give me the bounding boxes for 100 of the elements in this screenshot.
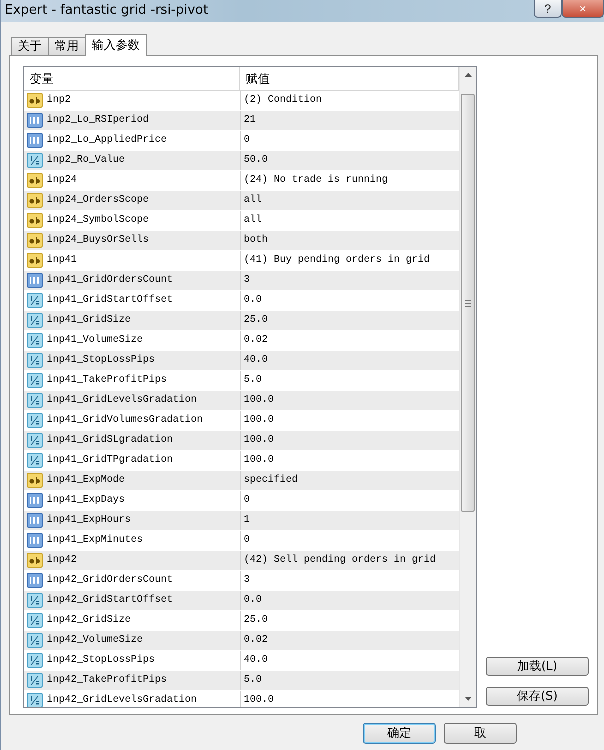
parameter-name: inp41	[47, 255, 78, 266]
tab[interactable]: 常用	[48, 37, 86, 56]
parameter-name: inp41_GridTPgradation	[47, 455, 174, 466]
parameter-name: inp42	[47, 555, 78, 566]
parameter-name: inp42_GridLevelsGradation	[47, 695, 198, 706]
fraction-type-icon	[27, 393, 43, 408]
parameter-name: inp42_StopLossPips	[47, 655, 156, 666]
ok-button[interactable]: 确定	[363, 723, 436, 744]
parameter-name: inp41_GridVolumesGradation	[47, 415, 204, 426]
parameter-value[interactable]: 100.0	[241, 415, 274, 426]
text-type-icon	[27, 93, 43, 108]
parameter-value[interactable]: 40.0	[241, 655, 268, 666]
fraction-type-icon	[27, 673, 43, 688]
parameter-value[interactable]: 0.02	[241, 335, 268, 346]
parameter-name: inp42_TakeProfitPips	[47, 675, 168, 686]
parameter-name: inp24_OrdersScope	[47, 195, 150, 206]
text-type-icon	[27, 473, 43, 488]
fraction-type-icon	[27, 313, 43, 328]
fraction-type-icon	[27, 433, 43, 448]
parameter-value[interactable]: 5.0	[241, 675, 262, 686]
fraction-type-icon	[27, 413, 43, 428]
parameter-name: inp41_VolumeSize	[47, 335, 144, 346]
parameter-value[interactable]: all	[241, 215, 262, 226]
parameter-name: inp41_ExpHours	[47, 515, 132, 526]
parameter-value[interactable]: 0.0	[241, 295, 262, 306]
parameter-name: inp41_ExpMode	[47, 475, 126, 486]
scroll-down-icon[interactable]	[464, 697, 472, 701]
parameter-name: inp2_Lo_RSIperiod	[47, 115, 150, 126]
parameter-value[interactable]: 5.0	[241, 375, 262, 386]
fraction-type-icon	[27, 453, 43, 468]
parameter-value[interactable]: 1	[241, 515, 250, 526]
save-button[interactable]: 保存(S)	[486, 687, 589, 706]
parameter-value[interactable]: (24) No trade is running	[241, 175, 388, 186]
parameter-value[interactable]: specified	[241, 475, 298, 486]
parameter-value[interactable]: 0	[241, 495, 250, 506]
parameter-name: inp41_GridSize	[47, 315, 132, 326]
parameter-name: inp42_GridStartOffset	[47, 595, 174, 606]
fraction-type-icon	[27, 613, 43, 628]
parameter-value[interactable]: (42) Sell pending orders in grid	[241, 555, 436, 566]
fraction-type-icon	[27, 153, 43, 168]
parameter-name: inp41_ExpDays	[47, 495, 126, 506]
parameter-name: inp41_GridOrdersCount	[47, 275, 174, 286]
parameter-value[interactable]: both	[241, 235, 268, 246]
parameter-value[interactable]: 40.0	[241, 355, 268, 366]
parameter-value[interactable]: all	[241, 195, 262, 206]
column-header[interactable]: 变量	[24, 67, 240, 90]
text-type-icon	[27, 173, 43, 188]
parameter-value[interactable]: (41) Buy pending orders in grid	[241, 255, 430, 266]
parameter-value[interactable]: 0.0	[241, 595, 262, 606]
parameter-name: inp24	[47, 175, 78, 186]
fraction-type-icon	[27, 353, 43, 368]
parameter-value[interactable]: 0	[241, 135, 250, 146]
parameter-value[interactable]: 100.0	[241, 455, 274, 466]
parameter-name: inp42_VolumeSize	[47, 635, 144, 646]
parameter-name: inp41_GridStartOffset	[47, 295, 174, 306]
parameter-name: inp41_GridSLgradation	[47, 435, 174, 446]
parameter-value[interactable]: 100.0	[241, 435, 274, 446]
fraction-type-icon	[27, 373, 43, 388]
parameter-name: inp41_TakeProfitPips	[47, 375, 168, 386]
scroll-thumb[interactable]	[461, 94, 475, 512]
tab[interactable]: 输入参数	[85, 34, 147, 56]
help-button[interactable]: ?	[534, 0, 562, 18]
parameter-value[interactable]: 25.0	[241, 315, 268, 326]
fraction-type-icon	[27, 693, 43, 707]
scroll-up-icon[interactable]	[464, 73, 472, 77]
parameter-name: inp2_Lo_AppliedPrice	[47, 135, 168, 146]
parameter-value[interactable]: 3	[241, 575, 250, 586]
fraction-type-icon	[27, 633, 43, 648]
text-type-icon	[27, 193, 43, 208]
parameter-value[interactable]: 0.02	[241, 635, 268, 646]
parameter-value[interactable]: 25.0	[241, 615, 268, 626]
scrollbar[interactable]	[459, 67, 476, 707]
text-type-icon	[27, 233, 43, 248]
parameter-value[interactable]: (2) Condition	[241, 95, 322, 106]
cancel-button[interactable]: 取	[444, 723, 517, 744]
window-title: Expert - fantastic grid -rsi-pivot	[4, 2, 210, 18]
fraction-type-icon	[27, 653, 43, 668]
parameter-name: inp24_BuysOrSells	[47, 235, 150, 246]
parameter-name: inp41_GridLevelsGradation	[47, 395, 198, 406]
parameter-value[interactable]: 100.0	[241, 395, 274, 406]
parameter-name: inp2_Ro_Value	[47, 155, 126, 166]
parameter-name: inp42_GridSize	[47, 615, 132, 626]
parameter-value[interactable]: 50.0	[241, 155, 268, 166]
parameter-value[interactable]: 21	[241, 115, 256, 126]
fraction-type-icon	[27, 333, 43, 348]
parameter-name: inp42_GridOrdersCount	[47, 575, 174, 586]
tab[interactable]: 关于	[11, 37, 49, 56]
parameter-name: inp41_ExpMinutes	[47, 535, 144, 546]
parameter-name: inp2	[47, 95, 72, 106]
parameter-name: inp41_StopLossPips	[47, 355, 156, 366]
parameter-value[interactable]: 0	[241, 535, 250, 546]
fraction-type-icon	[27, 593, 43, 608]
parameter-value[interactable]: 100.0	[241, 695, 274, 706]
parameter-value[interactable]: 3	[241, 275, 250, 286]
fraction-type-icon	[27, 293, 43, 308]
text-type-icon	[27, 253, 43, 268]
text-type-icon	[27, 553, 43, 568]
load-button[interactable]: 加载(L)	[486, 657, 589, 676]
text-type-icon	[27, 213, 43, 228]
parameter-name: inp24_SymbolScope	[47, 215, 150, 226]
